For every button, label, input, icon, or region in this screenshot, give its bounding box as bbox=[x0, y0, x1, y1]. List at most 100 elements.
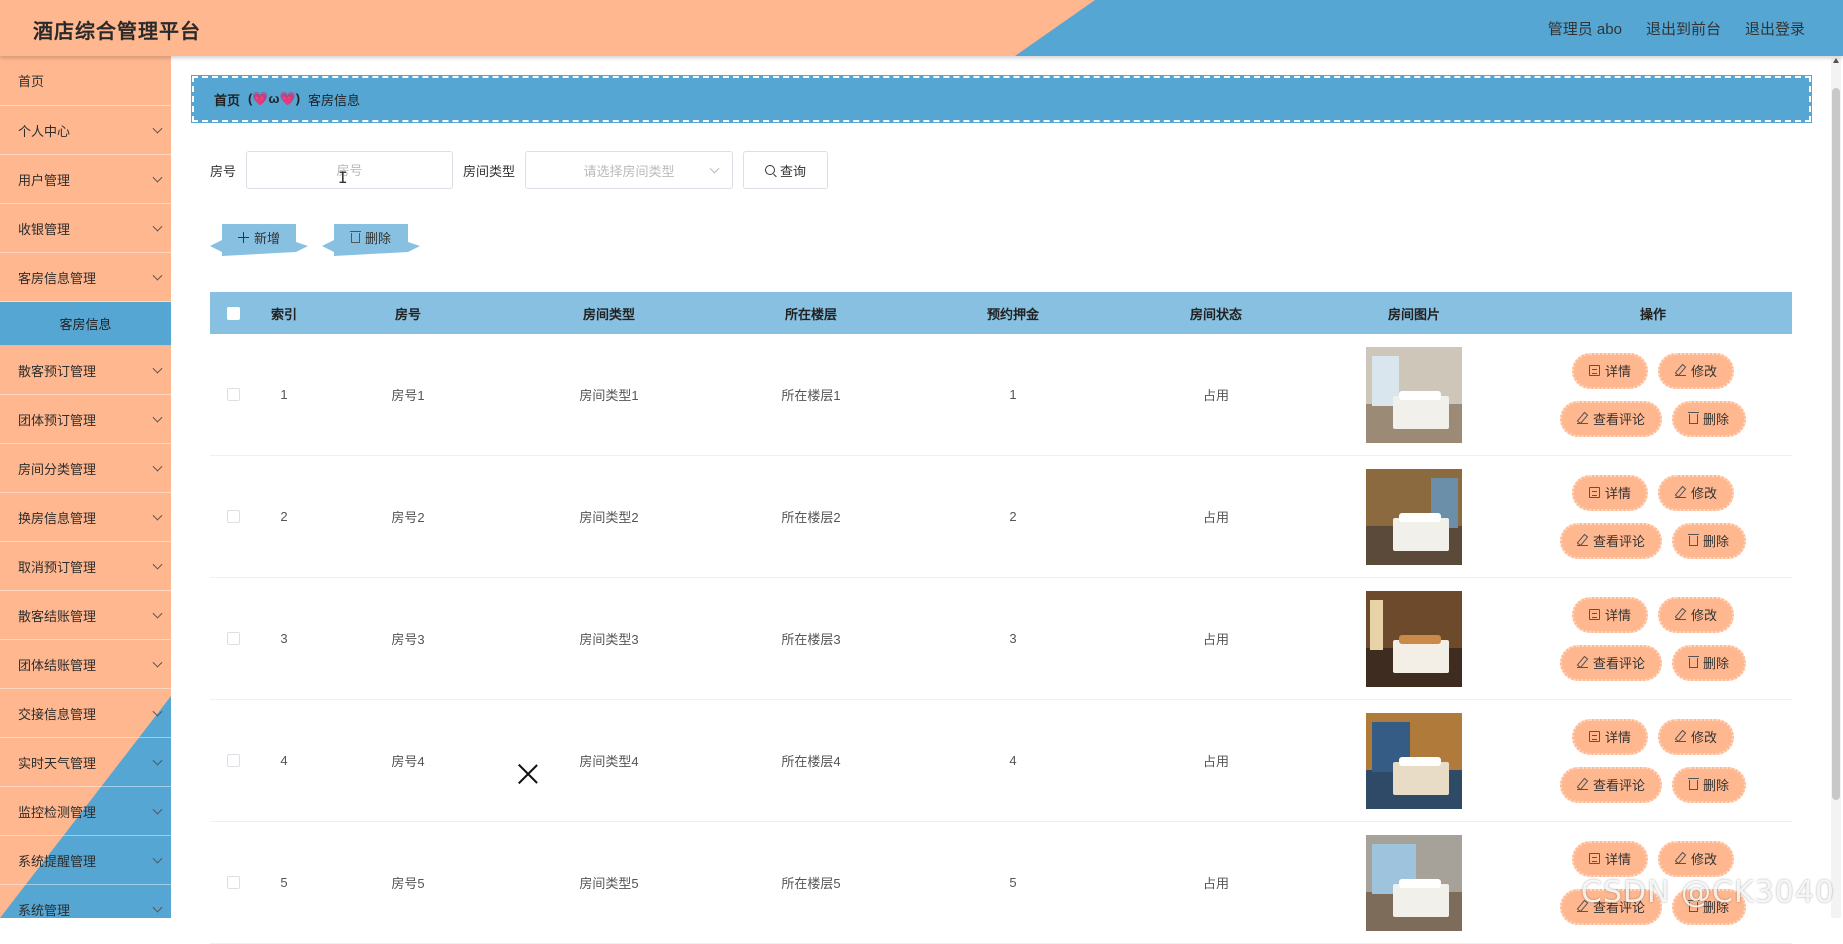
detail-button[interactable]: 详情 bbox=[1572, 353, 1648, 389]
view-reviews-button[interactable]: 查看评论 bbox=[1560, 523, 1662, 559]
sidebar-item-label: 监控检测管理 bbox=[18, 802, 96, 821]
breadcrumb-home[interactable]: 首页 bbox=[214, 90, 240, 109]
sidebar-item-cancel-booking[interactable]: 取消预订管理 bbox=[0, 542, 171, 591]
cell-image bbox=[1314, 591, 1514, 687]
sidebar-item-home[interactable]: 首页 bbox=[0, 56, 171, 106]
room-photo[interactable] bbox=[1366, 469, 1462, 565]
edit-button[interactable]: 修改 bbox=[1658, 475, 1734, 511]
breadcrumb-separator: (💗ω💗) bbox=[248, 91, 300, 107]
page-scrollbar[interactable] bbox=[1831, 58, 1841, 918]
review-label: 查看评论 bbox=[1593, 409, 1645, 428]
delete-button[interactable]: 删除 bbox=[1672, 767, 1746, 803]
sidebar-item-personal[interactable]: 个人中心 bbox=[0, 106, 171, 155]
room-type-select[interactable]: 请选择房间类型 bbox=[525, 151, 733, 189]
detail-button[interactable]: 详情 bbox=[1572, 719, 1648, 755]
row-checkbox[interactable] bbox=[227, 876, 240, 889]
sidebar-item-weather[interactable]: 实时天气管理 bbox=[0, 738, 171, 787]
sidebar-item-group-booking[interactable]: 团体预订管理 bbox=[0, 395, 171, 444]
sidebar-subitem-room-info[interactable]: 客房信息 bbox=[0, 302, 171, 346]
cell-deposit: 1 bbox=[908, 387, 1118, 402]
cell-status: 占用 bbox=[1118, 751, 1314, 770]
scrollbar-thumb[interactable] bbox=[1832, 88, 1840, 800]
add-button[interactable]: 新增 bbox=[210, 224, 308, 256]
table-row: 2 房号2 房间类型2 所在楼层2 2 占用 详情 修改 查看评论 删除 bbox=[210, 456, 1792, 578]
sidebar-item-reminders[interactable]: 系统提醒管理 bbox=[0, 836, 171, 885]
sidebar-item-individual-booking[interactable]: 散客预订管理 bbox=[0, 346, 171, 395]
chevron-down-icon bbox=[153, 364, 163, 374]
scroll-up-arrow-icon[interactable] bbox=[1833, 58, 1839, 63]
sidebar-item-label: 团体预订管理 bbox=[18, 410, 96, 429]
edit-button[interactable]: 修改 bbox=[1658, 353, 1734, 389]
delete-button[interactable]: 删除 bbox=[1672, 523, 1746, 559]
view-reviews-button[interactable]: 查看评论 bbox=[1560, 401, 1662, 437]
sidebar-item-monitoring[interactable]: 监控检测管理 bbox=[0, 787, 171, 836]
cell-deposit: 4 bbox=[908, 753, 1118, 768]
sidebar-item-individual-checkout[interactable]: 散客结账管理 bbox=[0, 591, 171, 640]
detail-button[interactable]: 详情 bbox=[1572, 841, 1648, 877]
edit-icon bbox=[1675, 487, 1686, 498]
admin-user-label[interactable]: 管理员 abo bbox=[1548, 18, 1622, 39]
chevron-down-icon bbox=[153, 222, 163, 232]
row-checkbox-cell bbox=[210, 510, 256, 523]
edit-button[interactable]: 修改 bbox=[1658, 597, 1734, 633]
photo-pillow bbox=[1399, 757, 1441, 767]
room-photo[interactable] bbox=[1366, 835, 1462, 931]
room-photo[interactable] bbox=[1366, 713, 1462, 809]
row-checkbox[interactable] bbox=[227, 632, 240, 645]
chevron-down-icon bbox=[153, 903, 163, 913]
sidebar-item-system[interactable]: 系统管理 bbox=[0, 885, 171, 918]
query-button[interactable]: 查询 bbox=[743, 151, 828, 189]
back-to-front-link[interactable]: 退出到前台 bbox=[1646, 18, 1721, 39]
sidebar-item-group-checkout[interactable]: 团体结账管理 bbox=[0, 640, 171, 689]
edit-label: 修改 bbox=[1691, 727, 1717, 746]
room-photo[interactable] bbox=[1366, 347, 1462, 443]
sidebar-item-room-category[interactable]: 房间分类管理 bbox=[0, 444, 171, 493]
actions-line: 详情 修改 bbox=[1572, 841, 1734, 877]
table-row: 3 房号3 房间类型3 所在楼层3 3 占用 详情 修改 查看评论 删除 bbox=[210, 578, 1792, 700]
search-icon bbox=[765, 165, 775, 175]
cell-status: 占用 bbox=[1118, 873, 1314, 892]
edit-button[interactable]: 修改 bbox=[1658, 719, 1734, 755]
row-checkbox[interactable] bbox=[227, 510, 240, 523]
document-icon bbox=[1589, 609, 1600, 620]
chevron-down-icon bbox=[153, 560, 163, 570]
query-button-label: 查询 bbox=[780, 161, 806, 180]
detail-label: 详情 bbox=[1605, 361, 1631, 380]
edit-icon bbox=[1577, 657, 1588, 668]
edit-button[interactable]: 修改 bbox=[1658, 841, 1734, 877]
select-all-checkbox[interactable] bbox=[227, 307, 240, 320]
sidebar-item-rooms[interactable]: 客房信息管理 bbox=[0, 253, 171, 302]
header-room-no: 房号 bbox=[312, 304, 504, 323]
chevron-down-icon bbox=[153, 609, 163, 619]
delete-button[interactable]: 删除 bbox=[1672, 645, 1746, 681]
detail-button[interactable]: 详情 bbox=[1572, 597, 1648, 633]
cell-actions: 详情 修改 查看评论 删除 bbox=[1514, 353, 1792, 437]
sidebar-item-label: 客房信息管理 bbox=[18, 268, 96, 287]
cell-status: 占用 bbox=[1118, 507, 1314, 526]
row-checkbox[interactable] bbox=[227, 754, 240, 767]
room-no-input[interactable] bbox=[246, 151, 453, 189]
sidebar-item-label: 首页 bbox=[18, 71, 44, 90]
batch-delete-button[interactable]: 删除 bbox=[322, 224, 420, 256]
actions-line: 详情 修改 bbox=[1572, 597, 1734, 633]
chevron-down-icon bbox=[153, 173, 163, 183]
cell-image bbox=[1314, 713, 1514, 809]
actions-line: 详情 修改 bbox=[1572, 719, 1734, 755]
sidebar-item-cashier[interactable]: 收银管理 bbox=[0, 204, 171, 253]
view-reviews-button[interactable]: 查看评论 bbox=[1560, 767, 1662, 803]
sidebar-item-room-change[interactable]: 换房信息管理 bbox=[0, 493, 171, 542]
detail-button[interactable]: 详情 bbox=[1572, 475, 1648, 511]
cell-room-no: 房号4 bbox=[312, 751, 504, 770]
cell-actions: 详情 修改 查看评论 删除 bbox=[1514, 475, 1792, 559]
delete-button[interactable]: 删除 bbox=[1672, 401, 1746, 437]
cell-deposit: 3 bbox=[908, 631, 1118, 646]
table-row: 5 房号5 房间类型5 所在楼层5 5 占用 详情 修改 查看评论 删除 bbox=[210, 822, 1792, 944]
view-reviews-button[interactable]: 查看评论 bbox=[1560, 645, 1662, 681]
sidebar-item-handover[interactable]: 交接信息管理 bbox=[0, 689, 171, 738]
sidebar-item-users[interactable]: 用户管理 bbox=[0, 155, 171, 204]
search-bar: 房号 房间类型 请选择房间类型 查询 bbox=[210, 151, 828, 189]
room-photo[interactable] bbox=[1366, 591, 1462, 687]
logout-link[interactable]: 退出登录 bbox=[1745, 18, 1805, 39]
row-checkbox[interactable] bbox=[227, 388, 240, 401]
cell-image bbox=[1314, 835, 1514, 931]
